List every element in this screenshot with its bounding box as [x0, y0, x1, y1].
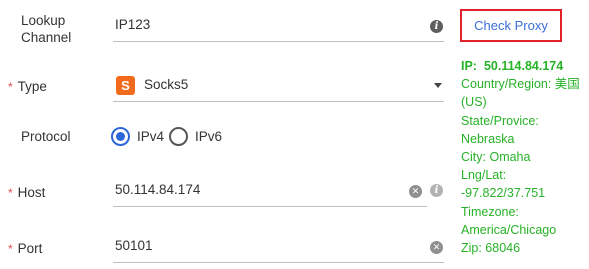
lookup-channel-select[interactable]: IP123 — [113, 11, 444, 42]
protocol-label: Protocol — [21, 129, 71, 144]
result-ip: IP: 50.114.84.174 — [461, 59, 564, 73]
check-proxy-button[interactable]: Check Proxy — [460, 9, 562, 42]
result-line: State/Provice: — [461, 113, 539, 128]
result-line: (US) — [461, 95, 487, 110]
result-line: Zip: 68046 — [461, 241, 521, 256]
result-line: America/Chicago — [461, 222, 557, 237]
type-label: * Type — [8, 79, 47, 94]
socks5-icon: S — [116, 76, 135, 95]
result-line: Country/Region: 美国 — [461, 77, 580, 92]
port-label: * Port — [8, 241, 43, 256]
host-value: 50.114.84.174 — [115, 182, 201, 197]
result-line: -97.822/37.751 — [461, 186, 546, 201]
port-input[interactable]: 50101 — [113, 232, 444, 263]
radio-dot — [116, 132, 125, 141]
required-mark: * — [8, 242, 13, 256]
result-line: Timezone: — [461, 204, 519, 219]
lookup-channel-label-line1: Lookup — [21, 13, 66, 28]
required-mark: * — [8, 186, 13, 200]
host-label: * Host — [8, 185, 46, 200]
ipv6-radio[interactable] — [169, 127, 188, 146]
type-value: Socks5 — [144, 77, 189, 92]
clear-icon[interactable]: ✕ — [430, 241, 443, 254]
result-line: Lng/Lat: — [461, 168, 507, 183]
lookup-channel-value: IP123 — [115, 17, 151, 32]
result-line: Nebraska — [461, 131, 515, 146]
ipv4-label[interactable]: IPv4 — [137, 129, 164, 144]
port-value: 50101 — [115, 238, 153, 253]
ipv4-radio[interactable] — [111, 127, 130, 146]
chevron-down-icon[interactable] — [434, 83, 442, 88]
clear-icon[interactable]: ✕ — [409, 185, 422, 198]
lookup-channel-label: Lookup Channel — [8, 12, 71, 46]
required-mark: * — [8, 80, 13, 94]
info-icon[interactable]: i — [430, 20, 443, 33]
info-icon[interactable]: i — [430, 184, 443, 197]
result-line: City: Omaha — [461, 150, 531, 165]
type-select[interactable]: S Socks5 — [113, 71, 444, 102]
proxy-result: IP: 50.114.84.174 Country/Region: 美国 (US… — [461, 57, 585, 257]
host-input[interactable]: 50.114.84.174 — [113, 176, 427, 207]
lookup-channel-label-line2: Channel — [21, 30, 72, 45]
ipv6-label[interactable]: IPv6 — [195, 129, 222, 144]
